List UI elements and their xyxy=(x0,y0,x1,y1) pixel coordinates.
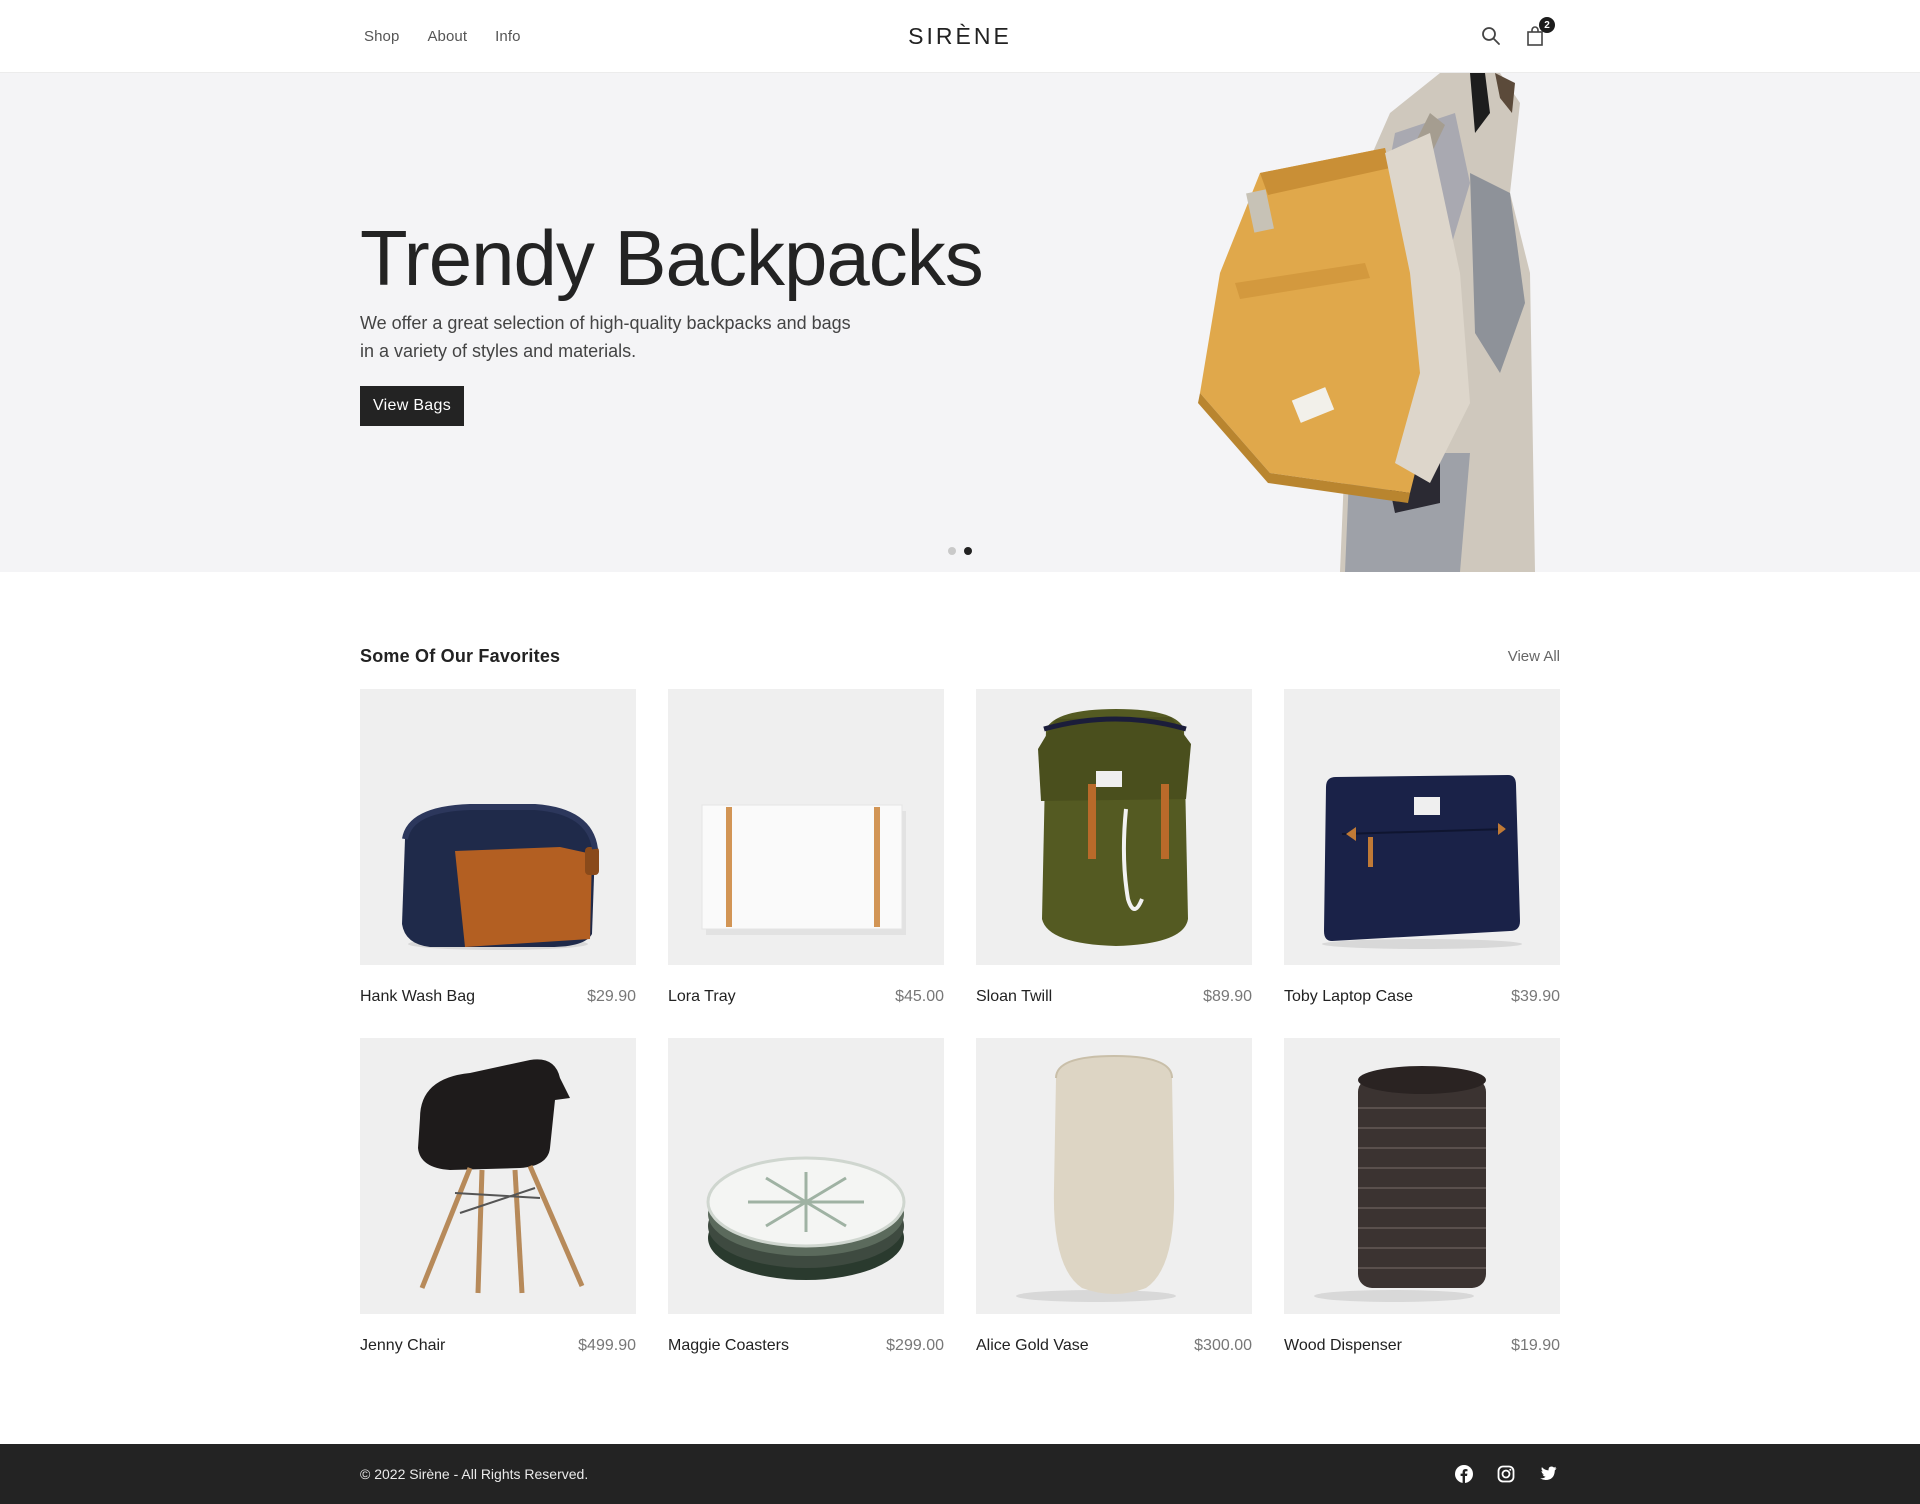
view-bags-button[interactable]: View Bags xyxy=(360,386,465,426)
site-footer: © 2022 Sirène - All Rights Reserved. xyxy=(0,1444,1920,1504)
product-card[interactable]: Toby Laptop Case $39.90 xyxy=(1284,689,1560,1006)
hero-banner: Trendy Backpacks We offer a great select… xyxy=(0,73,1920,572)
product-price: $45.00 xyxy=(895,988,944,1005)
product-image xyxy=(668,689,944,965)
product-image xyxy=(360,689,636,965)
view-all-link[interactable]: View All xyxy=(1508,648,1560,665)
product-name: Lora Tray xyxy=(668,988,736,1005)
product-price: $39.90 xyxy=(1511,988,1560,1005)
product-image xyxy=(360,1038,636,1314)
product-image xyxy=(1284,689,1560,965)
nav-about-link[interactable]: About xyxy=(427,28,467,45)
hero-title: Trendy Backpacks xyxy=(360,214,984,302)
product-card[interactable]: Sloan Twill $89.90 xyxy=(976,689,1252,1006)
product-name: Maggie Coasters xyxy=(668,1337,789,1354)
product-card[interactable]: Maggie Coasters $299.00 xyxy=(668,1038,944,1355)
slider-dots xyxy=(948,547,972,555)
product-name: Sloan Twill xyxy=(976,988,1053,1005)
header-actions: 2 xyxy=(1480,17,1555,47)
product-card[interactable]: Lora Tray $45.00 xyxy=(668,689,944,1006)
social-links xyxy=(1454,1464,1558,1484)
slider-dot-1[interactable] xyxy=(948,547,956,555)
product-price: $299.00 xyxy=(886,1337,944,1354)
product-grid: Hank Wash Bag $29.90 Lora Tray $45.00 Sl… xyxy=(360,689,1560,1355)
twitter-icon[interactable] xyxy=(1538,1464,1558,1484)
hero-description: We offer a great selection of high-quali… xyxy=(360,313,851,361)
hero-image xyxy=(1198,73,1535,572)
search-icon[interactable] xyxy=(1480,25,1502,47)
slider-dot-2[interactable] xyxy=(964,547,972,555)
instagram-icon[interactable] xyxy=(1496,1464,1516,1484)
product-card[interactable]: Jenny Chair $499.90 xyxy=(360,1038,636,1355)
copyright-text: © 2022 Sirène - All Rights Reserved. xyxy=(360,1466,589,1482)
cart-count-badge: 2 xyxy=(1539,17,1555,33)
product-card[interactable]: Hank Wash Bag $29.90 xyxy=(360,689,636,1006)
favorites-section: Some Of Our Favorites View All Hank Wash… xyxy=(0,572,1920,1355)
product-image xyxy=(1284,1038,1560,1314)
product-image xyxy=(976,689,1252,965)
product-price: $29.90 xyxy=(587,988,636,1005)
nav-shop-link[interactable]: Shop xyxy=(364,28,399,45)
section-title: Some Of Our Favorites xyxy=(360,646,561,666)
product-image xyxy=(976,1038,1252,1314)
product-name: Jenny Chair xyxy=(360,1337,446,1354)
facebook-icon[interactable] xyxy=(1454,1464,1474,1484)
cart-button[interactable]: 2 xyxy=(1524,17,1555,47)
product-image xyxy=(668,1038,944,1314)
product-name: Wood Dispenser xyxy=(1284,1337,1402,1354)
brand-logo[interactable]: SIRÈNE xyxy=(908,23,1012,50)
product-price: $300.00 xyxy=(1194,1337,1252,1354)
nav-info-link[interactable]: Info xyxy=(495,28,520,45)
site-header: Shop About Info SIRÈNE 2 xyxy=(0,0,1920,73)
product-price: $89.90 xyxy=(1203,988,1252,1005)
product-name: Hank Wash Bag xyxy=(360,988,476,1005)
product-price: $19.90 xyxy=(1511,1337,1560,1354)
product-name: Alice Gold Vase xyxy=(976,1337,1089,1354)
product-price: $499.90 xyxy=(578,1337,636,1354)
product-card[interactable]: Wood Dispenser $19.90 xyxy=(1284,1038,1560,1355)
product-name: Toby Laptop Case xyxy=(1284,988,1413,1005)
product-card[interactable]: Alice Gold Vase $300.00 xyxy=(976,1038,1252,1355)
